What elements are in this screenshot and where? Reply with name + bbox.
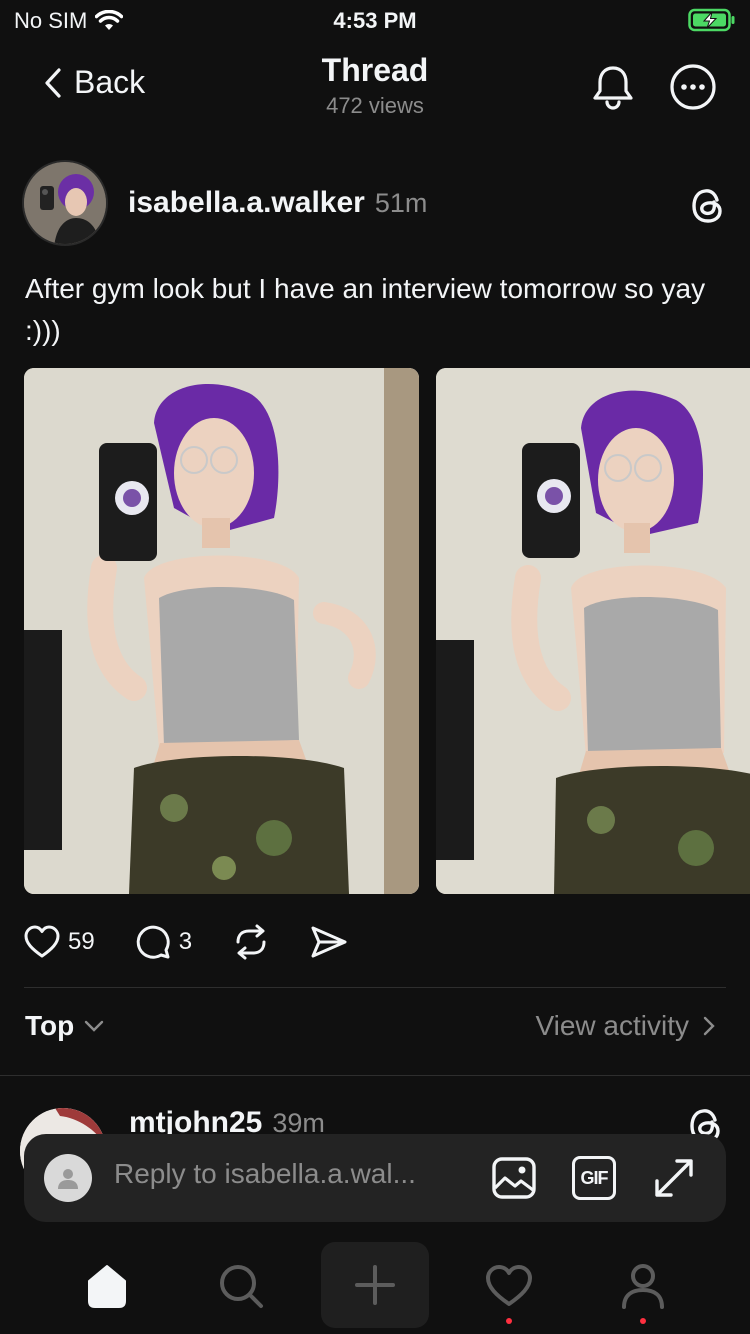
bell-icon [593,66,633,110]
photo-carousel[interactable] [24,368,750,894]
divider [24,987,726,988]
post-actions: 59 3 [24,918,388,966]
notification-dot [640,1318,646,1324]
heart-icon [24,925,60,958]
gif-button[interactable]: GIF [570,1154,618,1202]
expand-button[interactable] [650,1154,698,1202]
sort-dropdown[interactable]: Top [25,1010,104,1042]
reply-input[interactable] [114,1158,454,1190]
tab-search[interactable] [186,1244,296,1328]
bottom-tab-bar [0,1234,750,1334]
photo-2[interactable] [436,368,750,894]
like-count: 59 [68,928,95,955]
more-options-button[interactable] [668,62,718,112]
notification-dot [506,1318,512,1324]
chevron-left-icon [45,67,61,98]
view-activity-link[interactable]: View activity [535,1010,715,1042]
tab-profile[interactable] [588,1244,698,1328]
repost-button[interactable] [232,924,270,960]
attach-image-button[interactable] [490,1154,538,1202]
like-button[interactable]: 59 [24,925,95,959]
reply-composer: GIF [24,1134,726,1222]
avatar[interactable] [22,160,108,246]
battery-icon [688,8,736,37]
comment-button[interactable]: 3 [135,924,192,960]
comment-count: 3 [178,928,193,955]
profile-icon [622,1264,664,1309]
replies-sort-row: Top View activity [25,1010,715,1054]
threads-logo-icon [688,186,728,226]
back-button[interactable]: Back [44,64,145,101]
notifications-button[interactable] [588,62,638,112]
tab-create[interactable] [321,1242,429,1328]
home-icon [88,1265,126,1308]
post-text: After gym look but I have an interview t… [25,273,706,346]
expand-icon [655,1159,693,1197]
chevron-down-icon [85,1020,104,1032]
author-line: isabella.a.walker 51m [128,186,427,220]
heart-icon [486,1265,532,1306]
post-time: 51m [374,188,428,218]
divider [0,1075,750,1076]
plus-icon [355,1265,395,1305]
back-label: Back [74,64,146,100]
sort-label: Top [25,1010,75,1041]
status-bar: No SIM 4:53 PM [0,0,750,40]
image-icon [492,1157,536,1199]
clock: 4:53 PM [333,8,417,33]
share-button[interactable] [310,924,348,960]
chevron-right-icon [703,1016,715,1036]
post-author-row: isabella.a.walker 51m [22,160,728,250]
tab-home[interactable] [52,1244,162,1328]
send-icon [311,926,347,958]
author-username[interactable]: isabella.a.walker [128,186,365,220]
search-icon [220,1265,263,1308]
gif-icon: GIF [572,1156,616,1200]
view-activity-label: View activity [535,1010,689,1041]
user-avatar-icon [44,1154,92,1202]
thread-header: Back Thread 472 views [0,44,750,134]
comment-icon [136,925,170,959]
more-icon [670,64,716,110]
photo-1[interactable] [24,368,419,894]
tab-activity[interactable] [454,1244,564,1328]
repost-icon [236,924,266,960]
